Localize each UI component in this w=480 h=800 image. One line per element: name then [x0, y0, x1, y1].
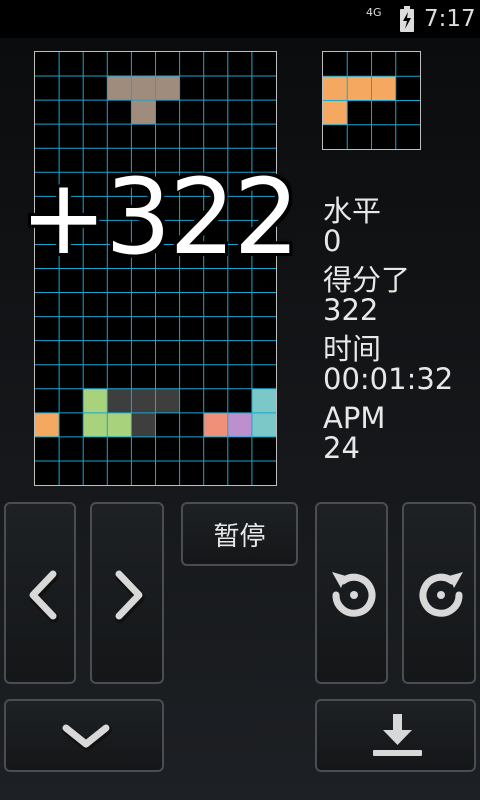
time-stat: 时间 00:01:32 [323, 334, 473, 394]
falling-piece-block [131, 100, 156, 125]
chevron-left-icon [29, 570, 59, 623]
next-piece-block [347, 76, 372, 101]
battery-charging-icon [400, 6, 414, 32]
rotate-counterclockwise-icon [332, 572, 376, 617]
network-indicator: 4G [366, 6, 382, 19]
pause-button[interactable]: 暂停 [181, 502, 298, 566]
locked-block [227, 412, 252, 437]
apm-stat: APM 24 [323, 403, 473, 463]
rotate-clockwise-button[interactable] [402, 502, 476, 684]
level-label: 水平 [323, 194, 382, 228]
hard-drop-button[interactable] [315, 699, 476, 772]
locked-block [155, 388, 180, 413]
chevron-right-icon [115, 570, 145, 623]
score-stat: 得分了 322 [323, 265, 473, 325]
move-left-button[interactable] [4, 502, 76, 684]
soft-drop-button[interactable] [4, 699, 164, 772]
next-piece-preview [322, 51, 421, 150]
rotate-counterclockwise-button[interactable] [315, 502, 388, 684]
score-label: 得分了 [323, 263, 411, 297]
locked-block [107, 388, 132, 413]
score-popup: +322 [20, 156, 300, 278]
chevron-down-icon [62, 724, 112, 751]
apm-label: APM [323, 401, 386, 435]
locked-block [83, 412, 108, 437]
locked-block [251, 412, 276, 437]
level-value: 0 [323, 224, 342, 258]
status-bar: 4G 7:17 [0, 0, 480, 38]
hard-drop-icon [373, 714, 422, 756]
falling-piece-block [155, 76, 180, 101]
next-piece-block [371, 76, 396, 101]
apm-value: 24 [323, 431, 360, 465]
rotate-clockwise-icon [419, 572, 463, 617]
next-piece-grid [323, 52, 420, 149]
locked-block [35, 412, 60, 437]
move-right-button[interactable] [90, 502, 164, 684]
locked-block [251, 388, 276, 413]
stats-panel: 水平 0 得分了 322 时间 00:01:32 APM 24 [323, 196, 473, 472]
locked-block [131, 388, 156, 413]
falling-piece-block [131, 76, 156, 101]
level-stat: 水平 0 [323, 196, 473, 256]
time-value: 00:01:32 [323, 362, 454, 396]
falling-piece-block [107, 76, 132, 101]
locked-block [131, 412, 156, 437]
time-label: 时间 [323, 332, 382, 366]
score-value: 322 [323, 293, 379, 327]
locked-block [83, 388, 108, 413]
locked-block [203, 412, 228, 437]
clock: 7:17 [424, 6, 476, 32]
pause-button-label: 暂停 [213, 521, 266, 552]
locked-block [107, 412, 132, 437]
next-piece-block [323, 100, 348, 125]
next-piece-block [323, 76, 348, 101]
